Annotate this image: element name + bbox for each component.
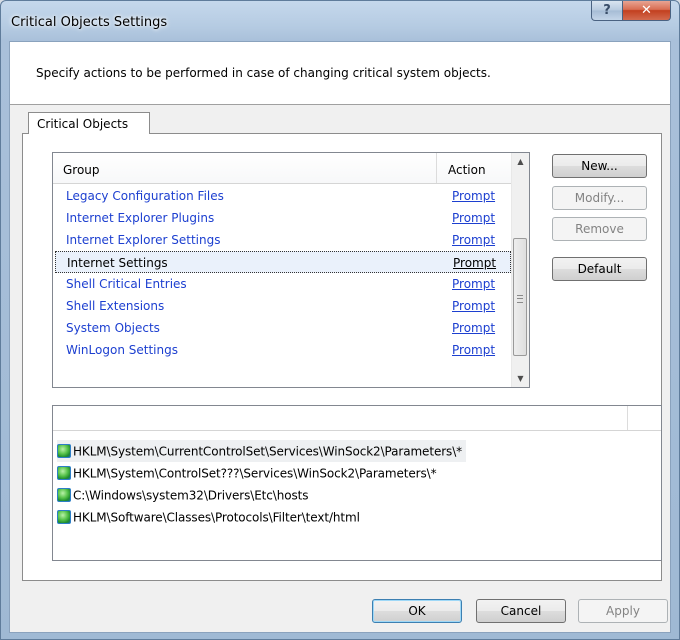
path-item[interactable]: C:\Windows\system32\Drivers\Etc\hosts — [57, 484, 466, 506]
group-name: Legacy Configuration Files — [66, 189, 224, 203]
scroll-up-icon[interactable]: ▲ — [512, 153, 529, 170]
close-icon: ✕ — [641, 3, 652, 18]
vertical-scrollbar[interactable]: ▲ ▼ — [511, 153, 529, 387]
window-title: Critical Objects Settings — [11, 15, 168, 30]
list-header: Group Action — [53, 153, 513, 184]
tab-panel: Group Action Legacy Configuration Files … — [22, 133, 662, 581]
globe-icon — [57, 443, 71, 458]
group-name: Shell Critical Entries — [66, 277, 187, 291]
path-text: HKLM\System\ControlSet???\Services\WinSo… — [73, 466, 437, 481]
globe-icon — [57, 509, 71, 524]
remove-button[interactable]: Remove — [552, 217, 647, 241]
dialog-client-area: Specify actions to be performed in case … — [9, 41, 671, 633]
tab-critical-objects[interactable]: Critical Objects — [28, 112, 150, 134]
cancel-button[interactable]: Cancel — [476, 599, 566, 623]
group-name: Internet Settings — [67, 256, 168, 270]
object-paths-list[interactable]: HKLM\System\CurrentControlSet\Services\W… — [52, 405, 662, 561]
path-item[interactable]: HKLM\System\ControlSet???\Services\WinSo… — [57, 462, 466, 484]
action-link[interactable]: Prompt — [452, 317, 495, 339]
list-item[interactable]: WinLogon Settings Prompt — [55, 339, 511, 361]
close-button[interactable]: ✕ — [623, 1, 671, 21]
action-link[interactable]: Prompt — [453, 252, 496, 274]
help-icon: ? — [603, 3, 611, 18]
title-bar[interactable]: Critical Objects Settings ? ✕ — [1, 1, 679, 41]
dialog-window: Critical Objects Settings ? ✕ Specify ac… — [0, 0, 680, 640]
scroll-thumb[interactable] — [513, 238, 527, 356]
ok-button[interactable]: OK — [372, 599, 462, 623]
action-link[interactable]: Prompt — [452, 185, 495, 207]
critical-objects-list[interactable]: Group Action Legacy Configuration Files … — [52, 152, 530, 388]
grip-icon — [517, 295, 523, 303]
column-header-group[interactable]: Group — [63, 163, 100, 177]
scroll-down-icon[interactable]: ▼ — [512, 370, 529, 387]
column-divider[interactable] — [627, 406, 628, 430]
path-text: C:\Windows\system32\Drivers\Etc\hosts — [73, 488, 309, 503]
list-item[interactable]: Internet Explorer Settings Prompt — [55, 229, 511, 251]
path-item[interactable]: HKLM\System\CurrentControlSet\Services\W… — [57, 440, 467, 462]
list-item-selected[interactable]: Internet Settings Prompt — [55, 251, 511, 273]
action-link[interactable]: Prompt — [452, 207, 495, 229]
action-link[interactable]: Prompt — [452, 295, 495, 317]
default-button[interactable]: Default — [552, 257, 647, 281]
group-name: Internet Explorer Plugins — [66, 211, 215, 225]
paths-list-header — [53, 406, 661, 431]
modify-button[interactable]: Modify... — [552, 186, 647, 210]
caption-buttons: ? ✕ — [591, 1, 671, 21]
paths-rows: HKLM\System\CurrentControlSet\Services\W… — [57, 440, 467, 528]
path-item[interactable]: HKLM\Software\Classes\Protocols\Filter\t… — [57, 506, 466, 528]
list-item[interactable]: System Objects Prompt — [55, 317, 511, 339]
action-link[interactable]: Prompt — [452, 339, 495, 361]
path-text: HKLM\System\CurrentControlSet\Services\W… — [73, 444, 463, 459]
help-button[interactable]: ? — [591, 1, 623, 21]
globe-icon — [57, 465, 71, 480]
description-panel: Specify actions to be performed in case … — [10, 42, 670, 105]
column-header-action[interactable]: Action — [448, 163, 486, 177]
group-name: Internet Explorer Settings — [66, 233, 221, 247]
action-link[interactable]: Prompt — [452, 273, 495, 295]
list-rows: Legacy Configuration Files Prompt Intern… — [53, 185, 513, 361]
path-text: HKLM\Software\Classes\Protocols\Filter\t… — [73, 510, 360, 525]
new-button[interactable]: New... — [552, 154, 647, 178]
globe-icon — [57, 487, 71, 502]
action-link[interactable]: Prompt — [452, 229, 495, 251]
list-item[interactable]: Internet Explorer Plugins Prompt — [55, 207, 511, 229]
list-item[interactable]: Shell Critical Entries Prompt — [55, 273, 511, 295]
column-divider[interactable] — [436, 153, 437, 183]
group-name: WinLogon Settings — [66, 343, 178, 357]
description-text: Specify actions to be performed in case … — [36, 66, 491, 80]
group-name: Shell Extensions — [66, 299, 165, 313]
list-item[interactable]: Legacy Configuration Files Prompt — [55, 185, 511, 207]
apply-button[interactable]: Apply — [578, 599, 668, 623]
group-name: System Objects — [66, 321, 160, 335]
list-item[interactable]: Shell Extensions Prompt — [55, 295, 511, 317]
